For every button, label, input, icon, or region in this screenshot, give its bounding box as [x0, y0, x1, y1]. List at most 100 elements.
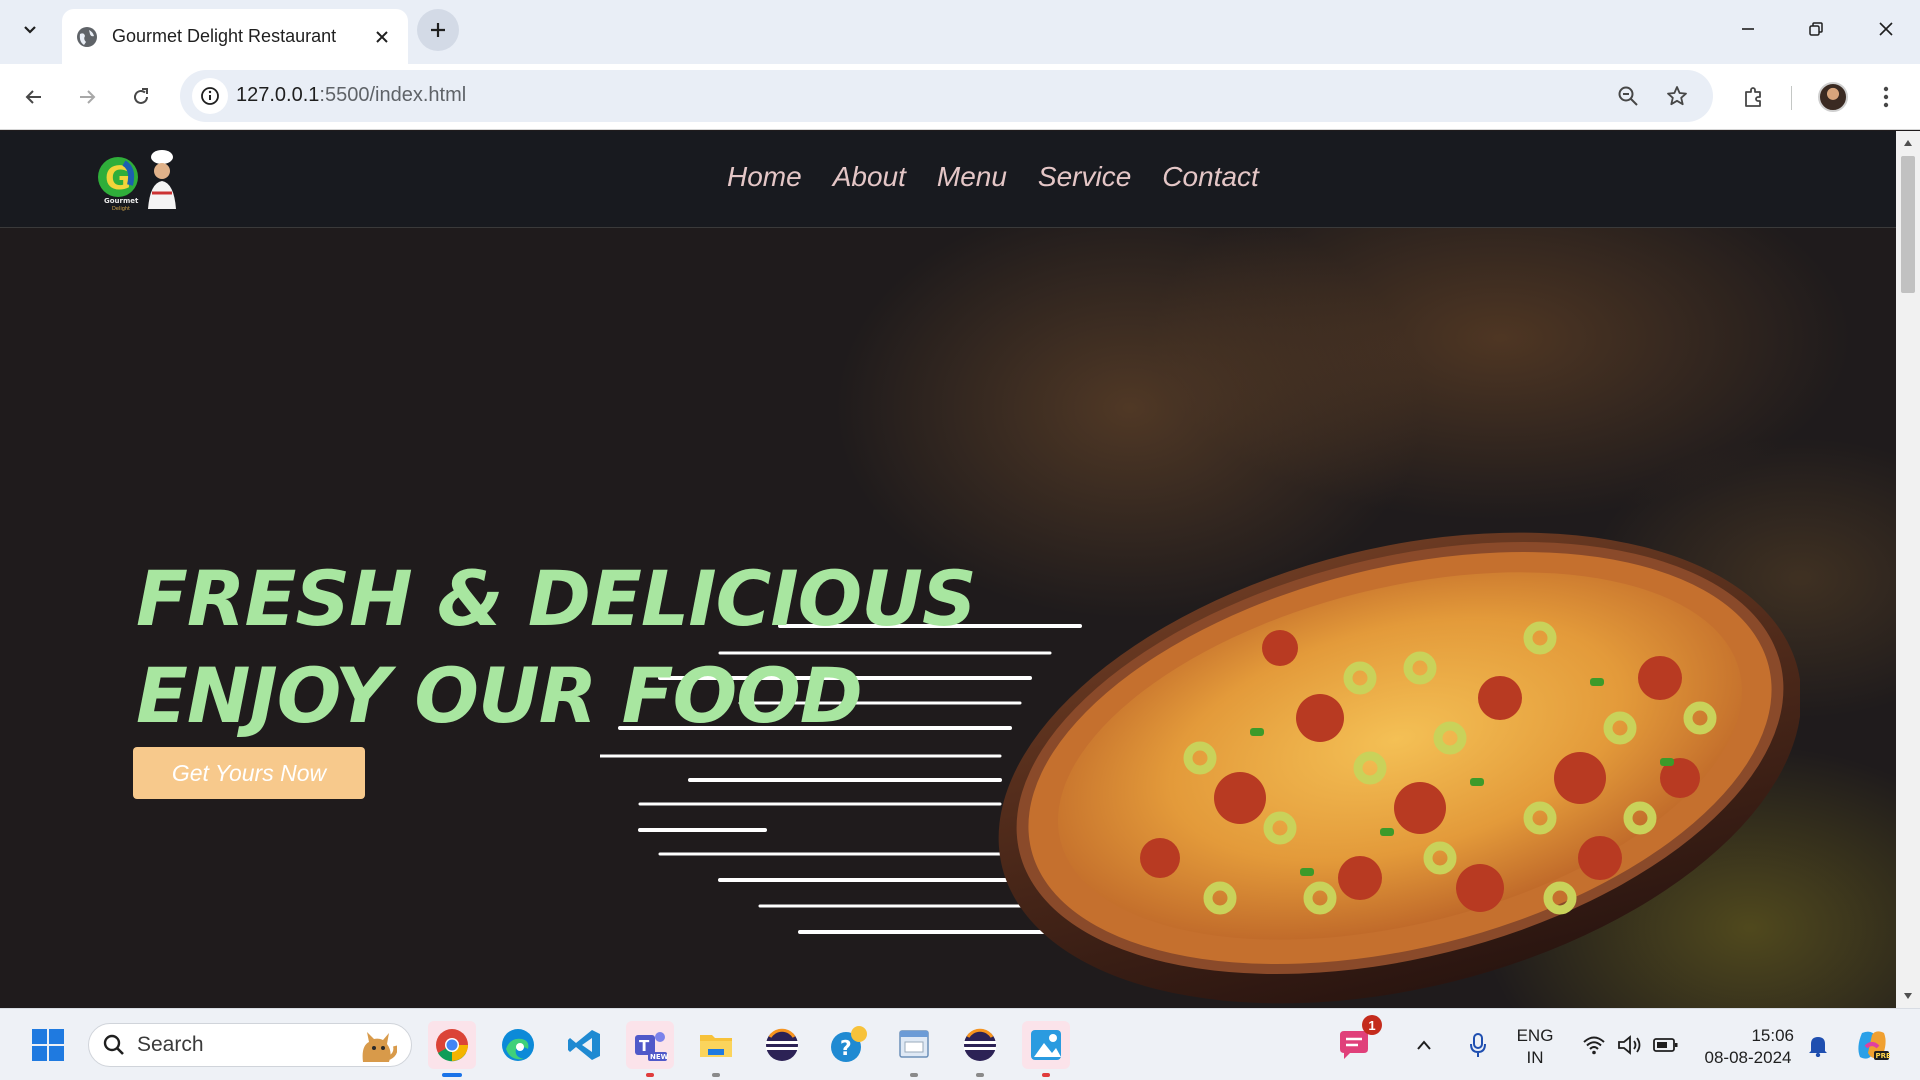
browser-menu-button[interactable]: [1866, 77, 1906, 117]
logo-brand-subtext: Delight: [112, 206, 130, 212]
arrow-right-icon: [80, 90, 96, 104]
arrow-left-icon: [25, 90, 41, 104]
running-indicator: [1042, 1073, 1050, 1077]
logo-brand-text: Gourmet: [104, 197, 139, 205]
taskbar-chrome[interactable]: [428, 1021, 476, 1077]
taskbar-control-panel[interactable]: [890, 1021, 938, 1077]
nav-link-home[interactable]: Home: [727, 161, 802, 193]
search-label: Search: [137, 1033, 204, 1056]
new-tab-button[interactable]: [417, 9, 459, 51]
scrollbar-thumb[interactable]: [1901, 156, 1915, 293]
minimize-icon: [1742, 28, 1754, 30]
edge-icon: [502, 1029, 534, 1061]
browser-tab-bar: Gourmet Delight Restaurant: [0, 0, 1920, 64]
back-button[interactable]: [14, 77, 54, 117]
address-bar[interactable]: 127.0.0.1:5500/index.html: [180, 70, 1713, 122]
nav-link-service[interactable]: Service: [1038, 161, 1131, 193]
hero-section: FRESH & DELICIOUS ENJOY OUR FOOD Get You…: [0, 228, 1896, 1008]
browser-tab-active[interactable]: Gourmet Delight Restaurant: [62, 9, 408, 64]
chevron-down-icon: [24, 26, 36, 34]
restore-button[interactable]: [1788, 8, 1844, 50]
microphone-button[interactable]: [1460, 1021, 1496, 1069]
taskbar-edge[interactable]: [494, 1021, 542, 1069]
hero-title-line-2: ENJOY OUR FOOD: [136, 651, 863, 740]
notification-badge: 1: [1362, 1015, 1382, 1035]
zoom-button[interactable]: [1612, 80, 1644, 112]
more-vertical-icon: [1883, 86, 1889, 108]
bookmark-button[interactable]: [1661, 80, 1693, 112]
minimize-button[interactable]: [1720, 8, 1776, 50]
reload-icon: [134, 88, 148, 104]
notifications-button[interactable]: [1800, 1021, 1836, 1069]
page-viewport: G Gourmet Delight Home About Menu Servic…: [0, 131, 1896, 1008]
hero-title: FRESH & DELICIOUS ENJOY OUR FOOD: [136, 550, 977, 744]
language-line-1: ENG: [1516, 1026, 1554, 1045]
taskbar-photos[interactable]: [1022, 1021, 1070, 1077]
bell-icon: [1809, 1037, 1827, 1057]
scroll-up-button[interactable]: [1902, 137, 1914, 149]
control-panel-icon: [899, 1030, 929, 1058]
volume-status[interactable]: [1612, 1021, 1648, 1069]
speaker-icon: [1618, 1035, 1641, 1055]
file-explorer-icon: [700, 1035, 732, 1057]
hero-title-line-1: FRESH & DELICIOUS: [136, 554, 977, 643]
nav-link-about[interactable]: About: [833, 161, 906, 193]
site-header: G Gourmet Delight Home About Menu Servic…: [0, 131, 1896, 228]
taskbar-vscode[interactable]: [560, 1021, 608, 1069]
taskbar-eclipse[interactable]: [758, 1021, 806, 1069]
cat-illustration-icon: [362, 1032, 397, 1062]
taskbar-teams[interactable]: T NEW: [626, 1021, 674, 1077]
photos-icon: [1031, 1030, 1061, 1060]
taskbar-eclipse-2[interactable]: [956, 1021, 1004, 1077]
clock-time: 15:06: [1751, 1026, 1794, 1045]
tab-search-button[interactable]: [14, 14, 46, 46]
chrome-icon: [436, 1029, 468, 1062]
running-indicator: [976, 1073, 984, 1077]
wifi-icon: [1583, 1036, 1605, 1055]
language-line-2: IN: [1526, 1048, 1544, 1067]
chef-logo-icon: G Gourmet Delight: [98, 150, 176, 212]
show-hidden-icons-button[interactable]: [1406, 1021, 1442, 1069]
copilot-notification-app[interactable]: 1: [1330, 1015, 1382, 1069]
wifi-status[interactable]: [1576, 1021, 1612, 1069]
vscode-icon: [568, 1030, 600, 1060]
star-icon: [1667, 86, 1687, 106]
globe-icon: [77, 26, 97, 47]
svg-text:PRE: PRE: [1876, 1052, 1891, 1060]
plus-icon: [431, 23, 445, 37]
page-scrollbar[interactable]: [1896, 131, 1920, 1008]
restore-icon: [1809, 22, 1823, 36]
language-indicator[interactable]: ENG IN: [1506, 1025, 1564, 1069]
get-yours-now-button[interactable]: Get Yours Now: [133, 747, 365, 799]
chevron-up-icon: [1417, 1040, 1431, 1050]
extensions-button[interactable]: [1734, 77, 1774, 117]
running-indicator: [442, 1073, 462, 1077]
running-indicator: [910, 1073, 918, 1077]
taskbar-help[interactable]: ?: [824, 1021, 872, 1069]
profile-button[interactable]: [1813, 77, 1853, 117]
svg-text:?: ?: [840, 1036, 852, 1060]
tab-close-button[interactable]: [370, 25, 394, 49]
close-icon: [376, 30, 388, 43]
help-icon: ?: [831, 1026, 867, 1062]
close-window-button[interactable]: [1858, 8, 1914, 50]
start-button[interactable]: [24, 1021, 72, 1069]
taskbar-file-explorer[interactable]: [692, 1021, 740, 1077]
windows-taskbar: Search T NEW ? 1 ENG IN 15:06 08-08-2024…: [0, 1008, 1920, 1080]
nav-link-contact[interactable]: Contact: [1162, 161, 1259, 193]
site-logo[interactable]: G Gourmet Delight: [94, 149, 186, 213]
main-nav: Home About Menu Service Contact: [727, 161, 1290, 193]
copilot-button[interactable]: PRE: [1848, 1021, 1896, 1069]
taskbar-search[interactable]: Search: [88, 1023, 412, 1067]
reload-button[interactable]: [121, 77, 161, 117]
site-info-button[interactable]: [192, 78, 228, 114]
eclipse-icon: [964, 1028, 996, 1061]
copilot-icon: PRE: [1858, 1031, 1891, 1060]
url-text[interactable]: 127.0.0.1:5500/index.html: [236, 84, 466, 107]
nav-link-menu[interactable]: Menu: [937, 161, 1007, 193]
scroll-down-button[interactable]: [1902, 990, 1914, 1002]
toolbar-divider: [1791, 86, 1792, 110]
clock[interactable]: 15:06 08-08-2024: [1696, 1025, 1800, 1069]
forward-button[interactable]: [67, 77, 107, 117]
battery-status[interactable]: [1648, 1021, 1684, 1069]
